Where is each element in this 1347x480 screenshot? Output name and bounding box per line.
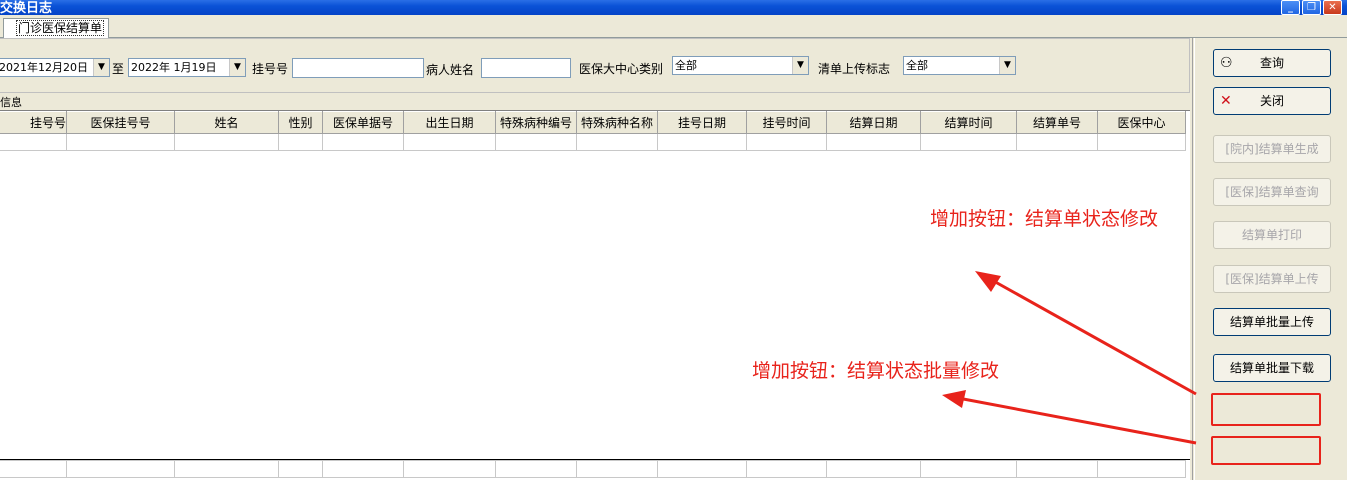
- arrowhead-2: [942, 390, 966, 408]
- arrowhead-1: [975, 271, 1001, 292]
- arrow-line-2: [957, 396, 1197, 445]
- annotation-arrows: [942, 271, 1197, 445]
- arrow-line-1: [989, 277, 1197, 396]
